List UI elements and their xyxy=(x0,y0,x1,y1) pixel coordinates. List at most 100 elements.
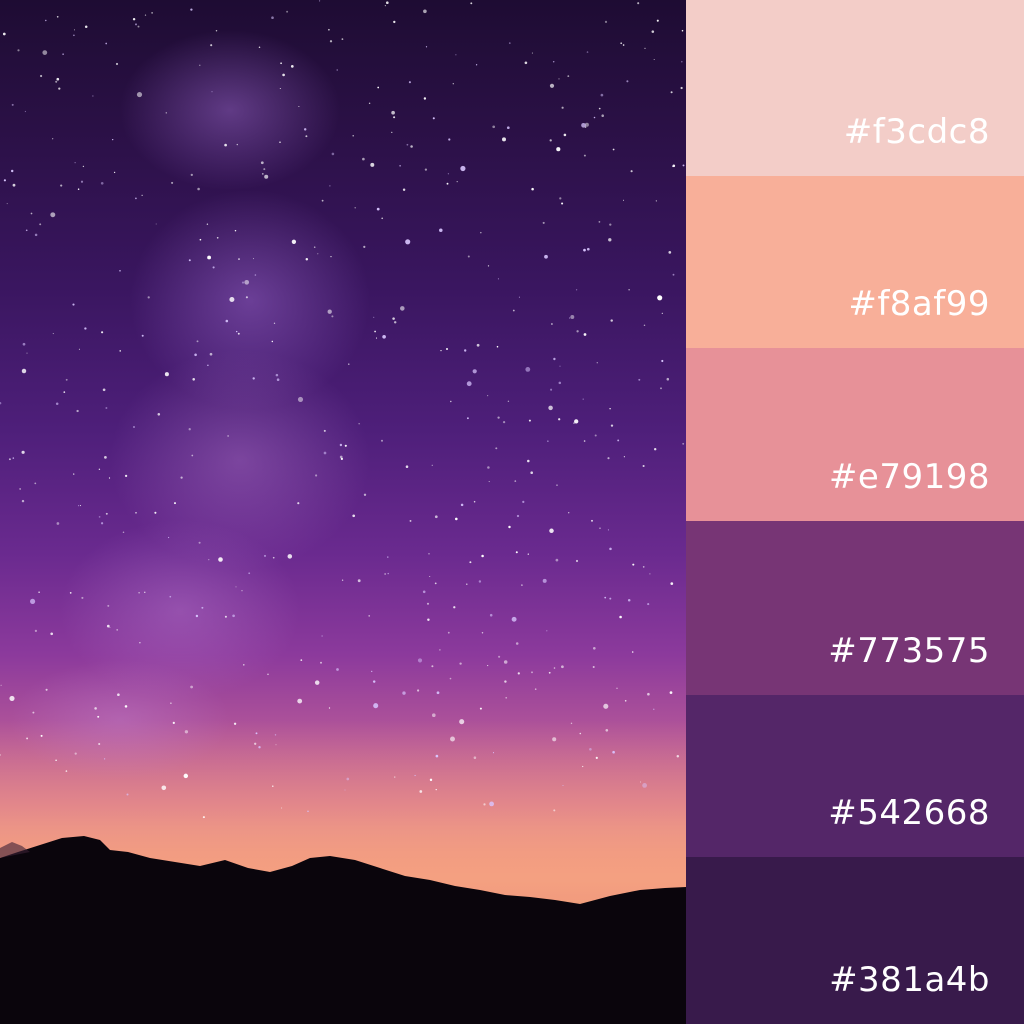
star xyxy=(124,705,128,708)
swatch-4: #773575 xyxy=(686,521,1024,695)
star xyxy=(280,62,282,65)
star xyxy=(583,333,587,336)
star xyxy=(380,439,384,442)
star xyxy=(271,340,274,343)
star xyxy=(362,157,365,161)
star xyxy=(45,19,47,22)
star xyxy=(157,413,161,416)
star xyxy=(328,28,330,31)
star xyxy=(2,32,6,36)
star xyxy=(530,471,533,475)
star xyxy=(487,665,489,667)
star xyxy=(174,502,176,505)
star xyxy=(531,671,533,674)
star xyxy=(267,673,269,676)
star xyxy=(384,573,386,575)
star xyxy=(596,362,598,364)
star xyxy=(104,456,107,459)
star xyxy=(651,30,655,33)
star xyxy=(623,456,625,458)
star xyxy=(9,695,15,701)
star xyxy=(478,580,482,583)
star xyxy=(331,315,334,318)
star xyxy=(32,711,35,714)
star xyxy=(626,80,629,83)
star xyxy=(255,732,258,735)
star xyxy=(188,428,191,431)
star xyxy=(511,616,517,622)
star xyxy=(154,511,157,514)
star xyxy=(84,327,87,330)
star xyxy=(470,2,473,5)
star xyxy=(113,171,116,174)
star xyxy=(161,785,167,791)
star xyxy=(672,164,676,168)
star xyxy=(453,606,456,609)
star xyxy=(455,54,457,56)
star xyxy=(352,514,356,518)
star xyxy=(56,77,60,81)
star xyxy=(376,207,380,211)
star xyxy=(141,194,143,196)
star xyxy=(495,447,498,450)
star xyxy=(264,174,269,179)
star xyxy=(263,554,267,557)
star xyxy=(472,369,477,374)
star xyxy=(459,662,462,665)
star xyxy=(272,556,275,559)
star xyxy=(232,614,235,618)
star xyxy=(531,187,534,191)
star xyxy=(287,554,293,559)
star xyxy=(643,324,646,327)
star xyxy=(638,378,641,381)
star xyxy=(475,64,478,66)
star xyxy=(481,554,484,558)
star xyxy=(106,624,110,628)
star xyxy=(341,579,344,581)
star xyxy=(460,165,466,172)
star xyxy=(40,74,43,78)
star xyxy=(448,138,451,141)
star xyxy=(575,289,578,291)
star xyxy=(515,551,518,554)
star xyxy=(119,270,121,272)
star xyxy=(429,575,431,578)
star xyxy=(243,664,245,666)
star xyxy=(0,402,2,405)
star xyxy=(26,352,28,354)
star xyxy=(50,212,56,218)
star xyxy=(637,2,640,5)
star xyxy=(642,783,647,788)
star xyxy=(402,188,406,192)
star xyxy=(531,52,533,54)
star xyxy=(354,207,356,209)
star xyxy=(336,668,339,671)
star xyxy=(385,1,389,5)
star xyxy=(248,572,251,575)
star xyxy=(608,238,612,242)
star xyxy=(607,457,610,460)
star xyxy=(547,440,549,442)
star xyxy=(73,34,75,37)
star xyxy=(275,373,279,377)
star xyxy=(307,810,309,813)
star xyxy=(297,396,304,402)
star xyxy=(568,512,570,514)
star xyxy=(375,337,378,339)
star xyxy=(445,347,449,351)
star xyxy=(319,0,321,2)
star xyxy=(642,464,645,468)
star xyxy=(567,75,570,77)
star xyxy=(372,680,376,683)
star xyxy=(196,340,199,343)
star xyxy=(164,372,169,377)
star xyxy=(252,377,255,380)
star xyxy=(609,407,611,410)
star xyxy=(323,451,327,455)
star xyxy=(263,168,266,171)
star xyxy=(497,278,499,280)
star xyxy=(138,592,140,594)
star xyxy=(274,734,277,736)
star xyxy=(100,181,104,185)
star xyxy=(503,660,508,664)
